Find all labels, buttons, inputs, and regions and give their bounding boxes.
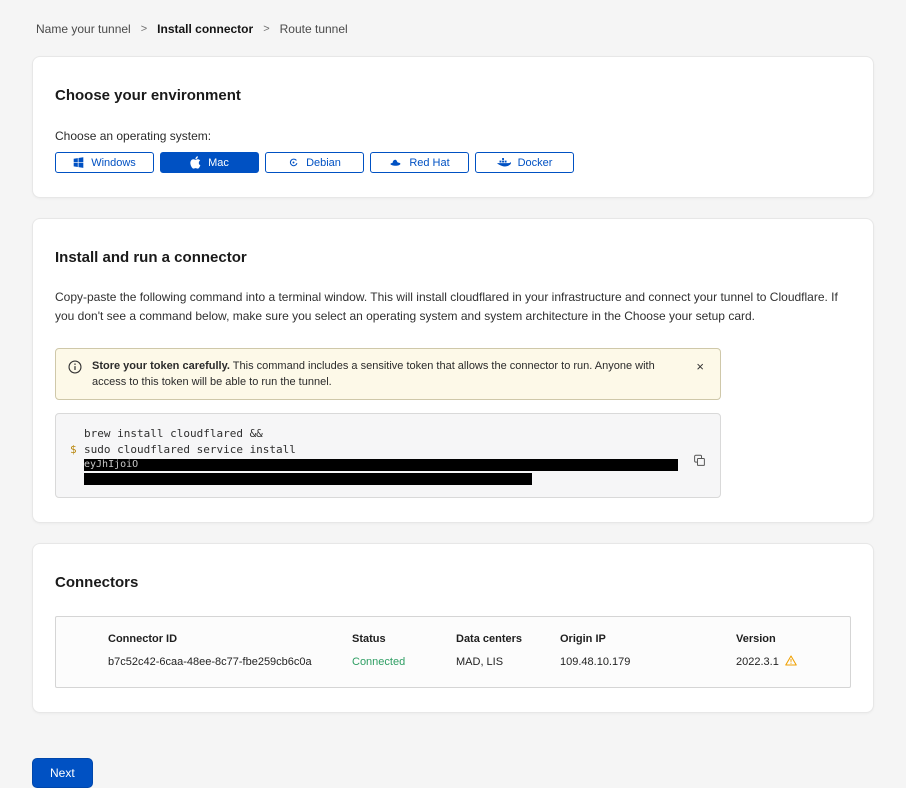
column-header-version: Version: [736, 633, 834, 645]
os-button-redhat[interactable]: Red Hat: [370, 152, 469, 173]
redacted-token-bar: [84, 473, 532, 485]
choose-environment-card: Choose your environment Choose an operat…: [32, 56, 874, 198]
code-line-2-text: sudo cloudflared service install: [84, 442, 296, 458]
code-gutter: [70, 426, 84, 442]
install-command-code-block: brew install cloudflared && $sudo cloudf…: [55, 413, 721, 498]
connector-row: b7c52c42-6caa-48ee-8c77-fbe259cb6c0a Con…: [108, 655, 834, 669]
breadcrumb-step-name-your-tunnel[interactable]: Name your tunnel: [36, 22, 131, 36]
column-header-origin-ip: Origin IP: [560, 633, 736, 645]
next-button[interactable]: Next: [32, 758, 93, 788]
breadcrumb: Name your tunnel > Install connector > R…: [32, 22, 874, 36]
install-connector-card: Install and run a connector Copy-paste t…: [32, 218, 874, 523]
code-gutter: [70, 471, 84, 485]
breadcrumb-separator: >: [141, 23, 147, 35]
os-button-docker[interactable]: Docker: [475, 152, 574, 173]
debian-icon: [288, 157, 299, 168]
breadcrumb-separator: >: [263, 23, 269, 35]
connectors-table: Connector ID Status Data centers Origin …: [55, 616, 851, 688]
copy-icon: [693, 455, 706, 470]
docker-icon: [497, 157, 511, 168]
connector-id-cell: b7c52c42-6caa-48ee-8c77-fbe259cb6c0a: [108, 656, 352, 668]
token-prefix: eyJhIjoiO: [84, 457, 142, 473]
code-line-2: $sudo cloudflared service install: [70, 442, 686, 458]
os-button-label: Red Hat: [409, 157, 449, 169]
code-line-1-text: brew install cloudflared &&: [84, 426, 263, 442]
token-warning-text: Store your token carefully. This command…: [92, 358, 682, 390]
card-title: Connectors: [55, 574, 851, 591]
os-select-label: Choose an operating system:: [55, 129, 851, 143]
column-header-status: Status: [352, 633, 456, 645]
data-centers-cell: MAD, LIS: [456, 656, 560, 668]
version-warning-icon: [785, 655, 797, 669]
os-button-mac[interactable]: Mac: [160, 152, 259, 173]
breadcrumb-step-install-connector[interactable]: Install connector: [157, 22, 253, 36]
os-button-label: Mac: [208, 157, 229, 169]
version-cell: 2022.3.1: [736, 655, 834, 669]
card-title: Install and run a connector: [55, 249, 851, 266]
copy-command-button[interactable]: [691, 452, 708, 472]
info-icon: [68, 360, 82, 379]
code-line-1: brew install cloudflared &&: [70, 426, 686, 442]
column-header-data-centers: Data centers: [456, 633, 560, 645]
version-value: 2022.3.1: [736, 656, 779, 668]
install-description: Copy-paste the following command into a …: [55, 288, 851, 326]
token-warning-lead: Store your token carefully.: [92, 360, 230, 372]
os-button-label: Windows: [91, 157, 136, 169]
redhat-icon: [389, 158, 402, 168]
connectors-card: Connectors Connector ID Status Data cent…: [32, 543, 874, 713]
os-button-debian[interactable]: Debian: [265, 152, 364, 173]
windows-icon: [73, 157, 84, 168]
os-button-label: Docker: [518, 157, 553, 169]
shell-prompt: $: [70, 442, 84, 458]
code-gutter: [70, 458, 84, 471]
os-button-label: Debian: [306, 157, 341, 169]
card-title: Choose your environment: [55, 87, 851, 104]
apple-icon: [190, 156, 201, 169]
tunnel-setup-page: Name your tunnel > Install connector > R…: [0, 0, 906, 788]
redacted-token-bar: eyJhIjoiO: [84, 459, 678, 471]
code-line-token-2: [70, 471, 686, 485]
column-header-connector-id: Connector ID: [108, 633, 352, 645]
dismiss-warning-button[interactable]: ×: [692, 358, 708, 375]
connectors-table-header: Connector ID Status Data centers Origin …: [108, 633, 834, 645]
code-line-token: eyJhIjoiO: [70, 458, 686, 471]
token-warning-alert: Store your token carefully. This command…: [55, 348, 721, 400]
os-button-group: Windows Mac Debian Red Hat: [55, 152, 851, 173]
origin-ip-cell: 109.48.10.179: [560, 656, 736, 668]
breadcrumb-step-route-tunnel[interactable]: Route tunnel: [280, 22, 348, 36]
status-badge: Connected: [352, 656, 456, 668]
os-button-windows[interactable]: Windows: [55, 152, 154, 173]
